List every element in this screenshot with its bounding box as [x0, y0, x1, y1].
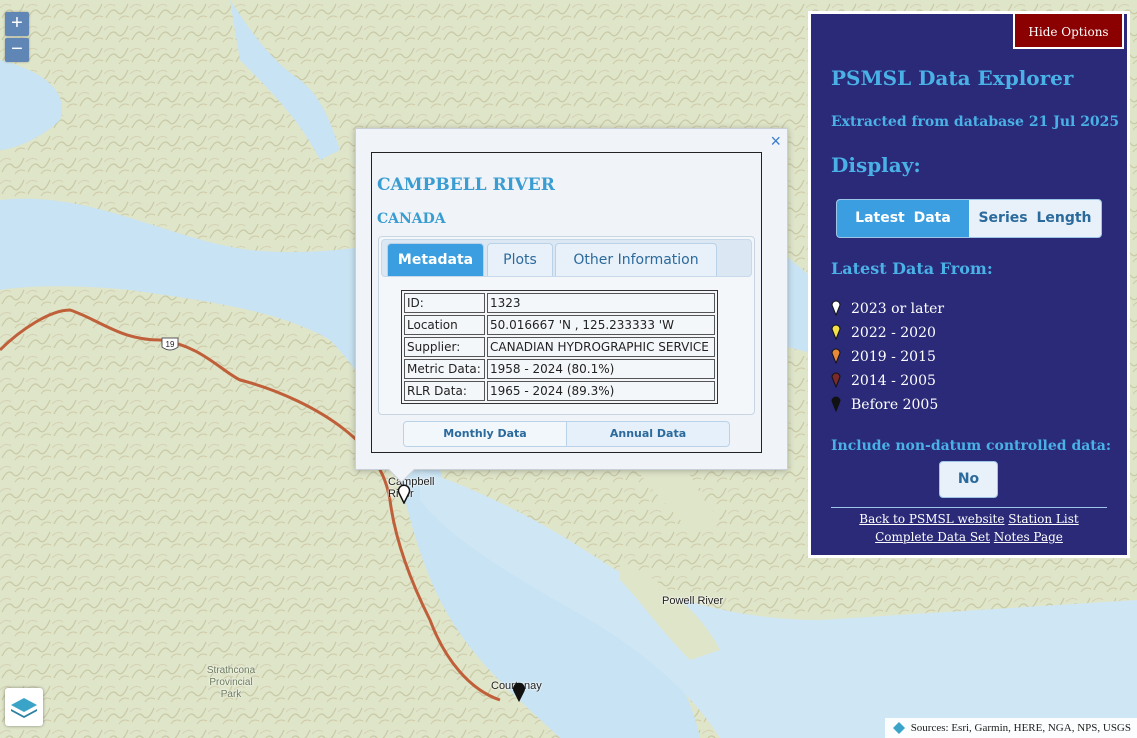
marker-white-icon: [831, 300, 841, 316]
station-marker-campbell-river[interactable]: [397, 484, 411, 504]
metadata-label: RLR Data:: [404, 381, 485, 401]
legend: 2023 or later 2022 - 2020 2019 - 2015 20…: [831, 297, 944, 417]
marker-maroon-icon: [831, 372, 841, 388]
place-label-powell-river: Powell River: [662, 595, 724, 607]
complete-data-set-link[interactable]: Complete Data Set: [875, 530, 990, 544]
annual-data-button[interactable]: Annual Data: [567, 422, 729, 446]
links-row-2: Complete Data Set Notes Page: [811, 530, 1127, 544]
notes-page-link[interactable]: Notes Page: [994, 530, 1063, 544]
popup-tabs: Metadata Plots Other Information ID: 132…: [378, 236, 755, 415]
station-popup: × CAMPBELL RIVER CANADA Metadata Plots O…: [355, 128, 788, 483]
tab-other-information[interactable]: Other Information: [555, 243, 717, 276]
table-row: Supplier: CANADIAN HYDROGRAPHIC SERVICE: [404, 337, 715, 357]
metadata-value: 1323: [487, 293, 715, 313]
legend-label: 2014 - 2005: [851, 373, 936, 389]
metadata-value: 1958 - 2024 (80.1%): [487, 359, 715, 379]
legend-label: 2023 or later: [851, 301, 945, 317]
tab-plots[interactable]: Plots: [487, 243, 553, 276]
display-heading: Display:: [831, 153, 921, 177]
metadata-value: 50.016667 'N , 125.233333 'W: [487, 315, 715, 335]
hide-options-button[interactable]: Hide Options: [1013, 12, 1124, 49]
zoom-in-button[interactable]: +: [5, 12, 29, 36]
non-datum-toggle[interactable]: No: [939, 461, 998, 498]
legend-label: 2019 - 2015: [851, 349, 936, 365]
legend-item: 2022 - 2020: [831, 321, 944, 345]
display-toggle: Latest Data Series Length: [836, 199, 1102, 238]
legend-item: 2014 - 2005: [831, 369, 944, 393]
layers-button[interactable]: [5, 688, 43, 726]
legend-item: 2019 - 2015: [831, 345, 944, 369]
non-datum-heading: Include non-datum controlled data:: [831, 438, 1112, 454]
metadata-value: CANADIAN HYDROGRAPHIC SERVICE: [487, 337, 715, 357]
attribution-text: Sources: Esri, Garmin, HERE, NGA, NPS, U…: [910, 722, 1131, 734]
table-row: Location 50.016667 'N , 125.233333 'W: [404, 315, 715, 335]
station-list-link[interactable]: Station List: [1008, 512, 1078, 526]
latest-data-heading: Latest Data From:: [831, 259, 993, 278]
close-icon[interactable]: ×: [770, 131, 781, 152]
monthly-data-button[interactable]: Monthly Data: [404, 422, 567, 446]
panel-title: PSMSL Data Explorer: [831, 66, 1074, 90]
table-row: ID: 1323: [404, 293, 715, 313]
legend-item: Before 2005: [831, 393, 944, 417]
esri-globe-icon: [892, 722, 905, 734]
table-row: Metric Data: 1958 - 2024 (80.1%): [404, 359, 715, 379]
legend-label: Before 2005: [851, 397, 939, 413]
options-panel: PSMSL Data Explorer Extracted from datab…: [808, 11, 1130, 558]
metadata-value: 1965 - 2024 (89.3%): [487, 381, 715, 401]
extracted-date: Extracted from database 21 Jul 2025: [831, 114, 1120, 130]
tab-bar: Metadata Plots Other Information: [381, 239, 752, 277]
data-download-buttons: Monthly Data Annual Data: [403, 421, 730, 447]
legend-label: 2022 - 2020: [851, 325, 936, 341]
highway-shield-icon: 19: [161, 337, 179, 351]
station-id-link[interactable]: 1323: [490, 296, 521, 310]
back-to-psmsl-link[interactable]: Back to PSMSL website: [859, 512, 1004, 526]
metadata-label: ID:: [404, 293, 485, 313]
place-label-strathcona-park: Strathcona Provincial Park: [206, 665, 256, 700]
divider: [831, 507, 1107, 508]
legend-item: 2023 or later: [831, 297, 944, 321]
station-country: CANADA: [377, 211, 446, 227]
highway-shield-label: 19: [166, 340, 175, 349]
station-name: CAMPBELL RIVER: [377, 175, 555, 195]
popup-content: CAMPBELL RIVER CANADA Metadata Plots Oth…: [371, 152, 762, 453]
map-attribution: Sources: Esri, Garmin, HERE, NGA, NPS, U…: [884, 718, 1137, 738]
latest-data-button[interactable]: Latest Data: [837, 200, 969, 237]
tab-metadata[interactable]: Metadata: [387, 243, 484, 276]
metadata-label: Metric Data:: [404, 359, 485, 379]
zoom-out-button[interactable]: −: [5, 38, 29, 62]
layers-icon: [11, 698, 37, 718]
metadata-label: Supplier:: [404, 337, 485, 357]
metadata-label: Location: [404, 315, 485, 335]
station-marker-courtenay[interactable]: [512, 682, 526, 702]
marker-black-icon: [831, 396, 841, 412]
marker-yellow-icon: [831, 324, 841, 340]
metadata-table: ID: 1323 Location 50.016667 'N , 125.233…: [401, 290, 718, 404]
table-row: RLR Data: 1965 - 2024 (89.3%): [404, 381, 715, 401]
series-length-button[interactable]: Series Length: [969, 200, 1101, 237]
marker-orange-icon: [831, 348, 841, 364]
links-row-1: Back to PSMSL website Station List: [811, 512, 1127, 526]
